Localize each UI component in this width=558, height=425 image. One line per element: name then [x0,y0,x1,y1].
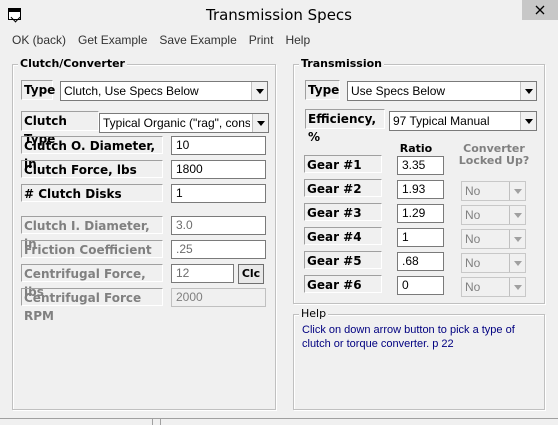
centrifugal-rpm-input[interactable]: 2000 [171,288,266,307]
gear-3-ratio-input[interactable]: 1.29 [397,204,444,223]
outer-diameter-label: Clutch O. Diameter, in [21,136,163,171]
gear-3-locked-value: No [465,208,481,222]
help-group: Help Click on down arrow button to pick … [293,307,545,410]
transmission-group-title: Transmission [299,57,385,70]
clutch-material-value: Typical Organic ("rag", constan [103,116,250,130]
clutch-converter-type-select[interactable]: Clutch, Use Specs Below [60,81,268,101]
friction-coefficient-input[interactable]: .25 [171,240,266,259]
transmission-type-value: Use Specs Below [351,84,446,98]
gear-6-label: Gear #6 [304,275,382,293]
clutch-converter-type-value: Clutch, Use Specs Below [64,84,199,98]
gear-1-ratio-input[interactable]: 3.35 [397,156,444,175]
clutch-type-sublabel: Clutch Type [21,111,99,146]
chevron-down-icon[interactable] [509,278,525,296]
status-divider [160,419,161,425]
help-group-title: Help [299,307,329,320]
efficiency-label: Efficiency, % [305,109,385,144]
gear-4-ratio-input[interactable]: 1 [397,228,444,247]
gear-6-locked-value: No [465,280,481,294]
close-button[interactable] [522,0,558,20]
clutch-converter-group: Clutch/Converter Type Clutch, Use Specs … [12,57,276,410]
window-title: Transmission Specs [205,6,352,24]
chevron-down-icon[interactable] [520,82,536,100]
gear-6-ratio-input[interactable]: 0 [397,276,444,295]
efficiency-select[interactable]: 97 Typical Manual [389,111,537,131]
help-text: Click on down arrow button to pick a typ… [302,324,515,350]
menu-save-example[interactable]: Save Example [153,33,242,47]
gear-5-ratio-input[interactable]: .68 [397,252,444,271]
menu-help[interactable]: Help [279,33,316,47]
chevron-down-icon[interactable] [252,114,268,132]
transmission-type-label: Type [305,80,340,100]
title-bar: Transmission Specs [0,0,558,30]
gear-5-locked-select[interactable]: No [461,253,526,273]
friction-coefficient-label: Friction Coefficient [21,240,163,258]
centrifugal-force-input[interactable]: 12 [171,264,234,283]
gear-6-locked-select[interactable]: No [461,277,526,297]
transmission-type-select[interactable]: Use Specs Below [347,81,537,101]
inner-diameter-input[interactable]: 3.0 [171,216,266,235]
clutch-force-label: Clutch Force, lbs [21,160,163,178]
gear-4-locked-select[interactable]: No [461,229,526,249]
calculate-button[interactable]: Clc [238,264,264,284]
gear-3-locked-select[interactable]: No [461,205,526,225]
clutch-disks-label: # Clutch Disks [21,184,163,202]
status-divider [152,419,153,425]
chevron-down-icon[interactable] [251,82,267,100]
menu-get-example[interactable]: Get Example [72,33,153,47]
chevron-down-icon[interactable] [509,182,525,200]
menu-ok-back[interactable]: OK (back) [0,33,72,47]
chevron-down-icon[interactable] [509,254,525,272]
gear-2-locked-value: No [465,184,481,198]
clutch-force-input[interactable]: 1800 [171,160,266,179]
ratio-header: Ratio [399,142,433,155]
close-icon [535,5,545,15]
gear-4-label: Gear #4 [304,227,382,245]
outer-diameter-input[interactable]: 10 [171,136,266,155]
centrifugal-rpm-label: Centrifugal Force RPM [21,288,163,323]
clutch-group-title: Clutch/Converter [18,57,127,70]
chevron-down-icon[interactable] [509,206,525,224]
chevron-down-icon[interactable] [520,112,536,130]
gear-3-label: Gear #3 [304,203,382,221]
gear-5-label: Gear #5 [304,251,382,269]
chevron-down-icon[interactable] [509,230,525,248]
gear-2-label: Gear #2 [304,179,382,197]
efficiency-value: 97 Typical Manual [393,114,490,128]
transmission-group: Transmission Type Use Specs Below Effici… [293,57,545,304]
gear-1-label: Gear #1 [304,155,382,173]
clutch-type-label: Type [21,80,55,100]
inner-diameter-label: Clutch I. Diameter, in [21,216,163,251]
gear-2-locked-select[interactable]: No [461,181,526,201]
gear-2-ratio-input[interactable]: 1.93 [397,180,444,199]
gear-4-locked-value: No [465,232,481,246]
gear-5-locked-value: No [465,256,481,270]
clutch-material-select[interactable]: Typical Organic ("rag", constan [99,113,269,133]
menu-print[interactable]: Print [243,33,280,47]
converter-header-line2: Locked Up? [458,154,530,167]
clutch-disks-input[interactable]: 1 [171,184,266,203]
status-bar [0,418,558,425]
menu-bar: OK (back) Get Example Save Example Print… [0,30,558,50]
centrifugal-force-label: Centrifugal Force, lbs [21,264,163,299]
